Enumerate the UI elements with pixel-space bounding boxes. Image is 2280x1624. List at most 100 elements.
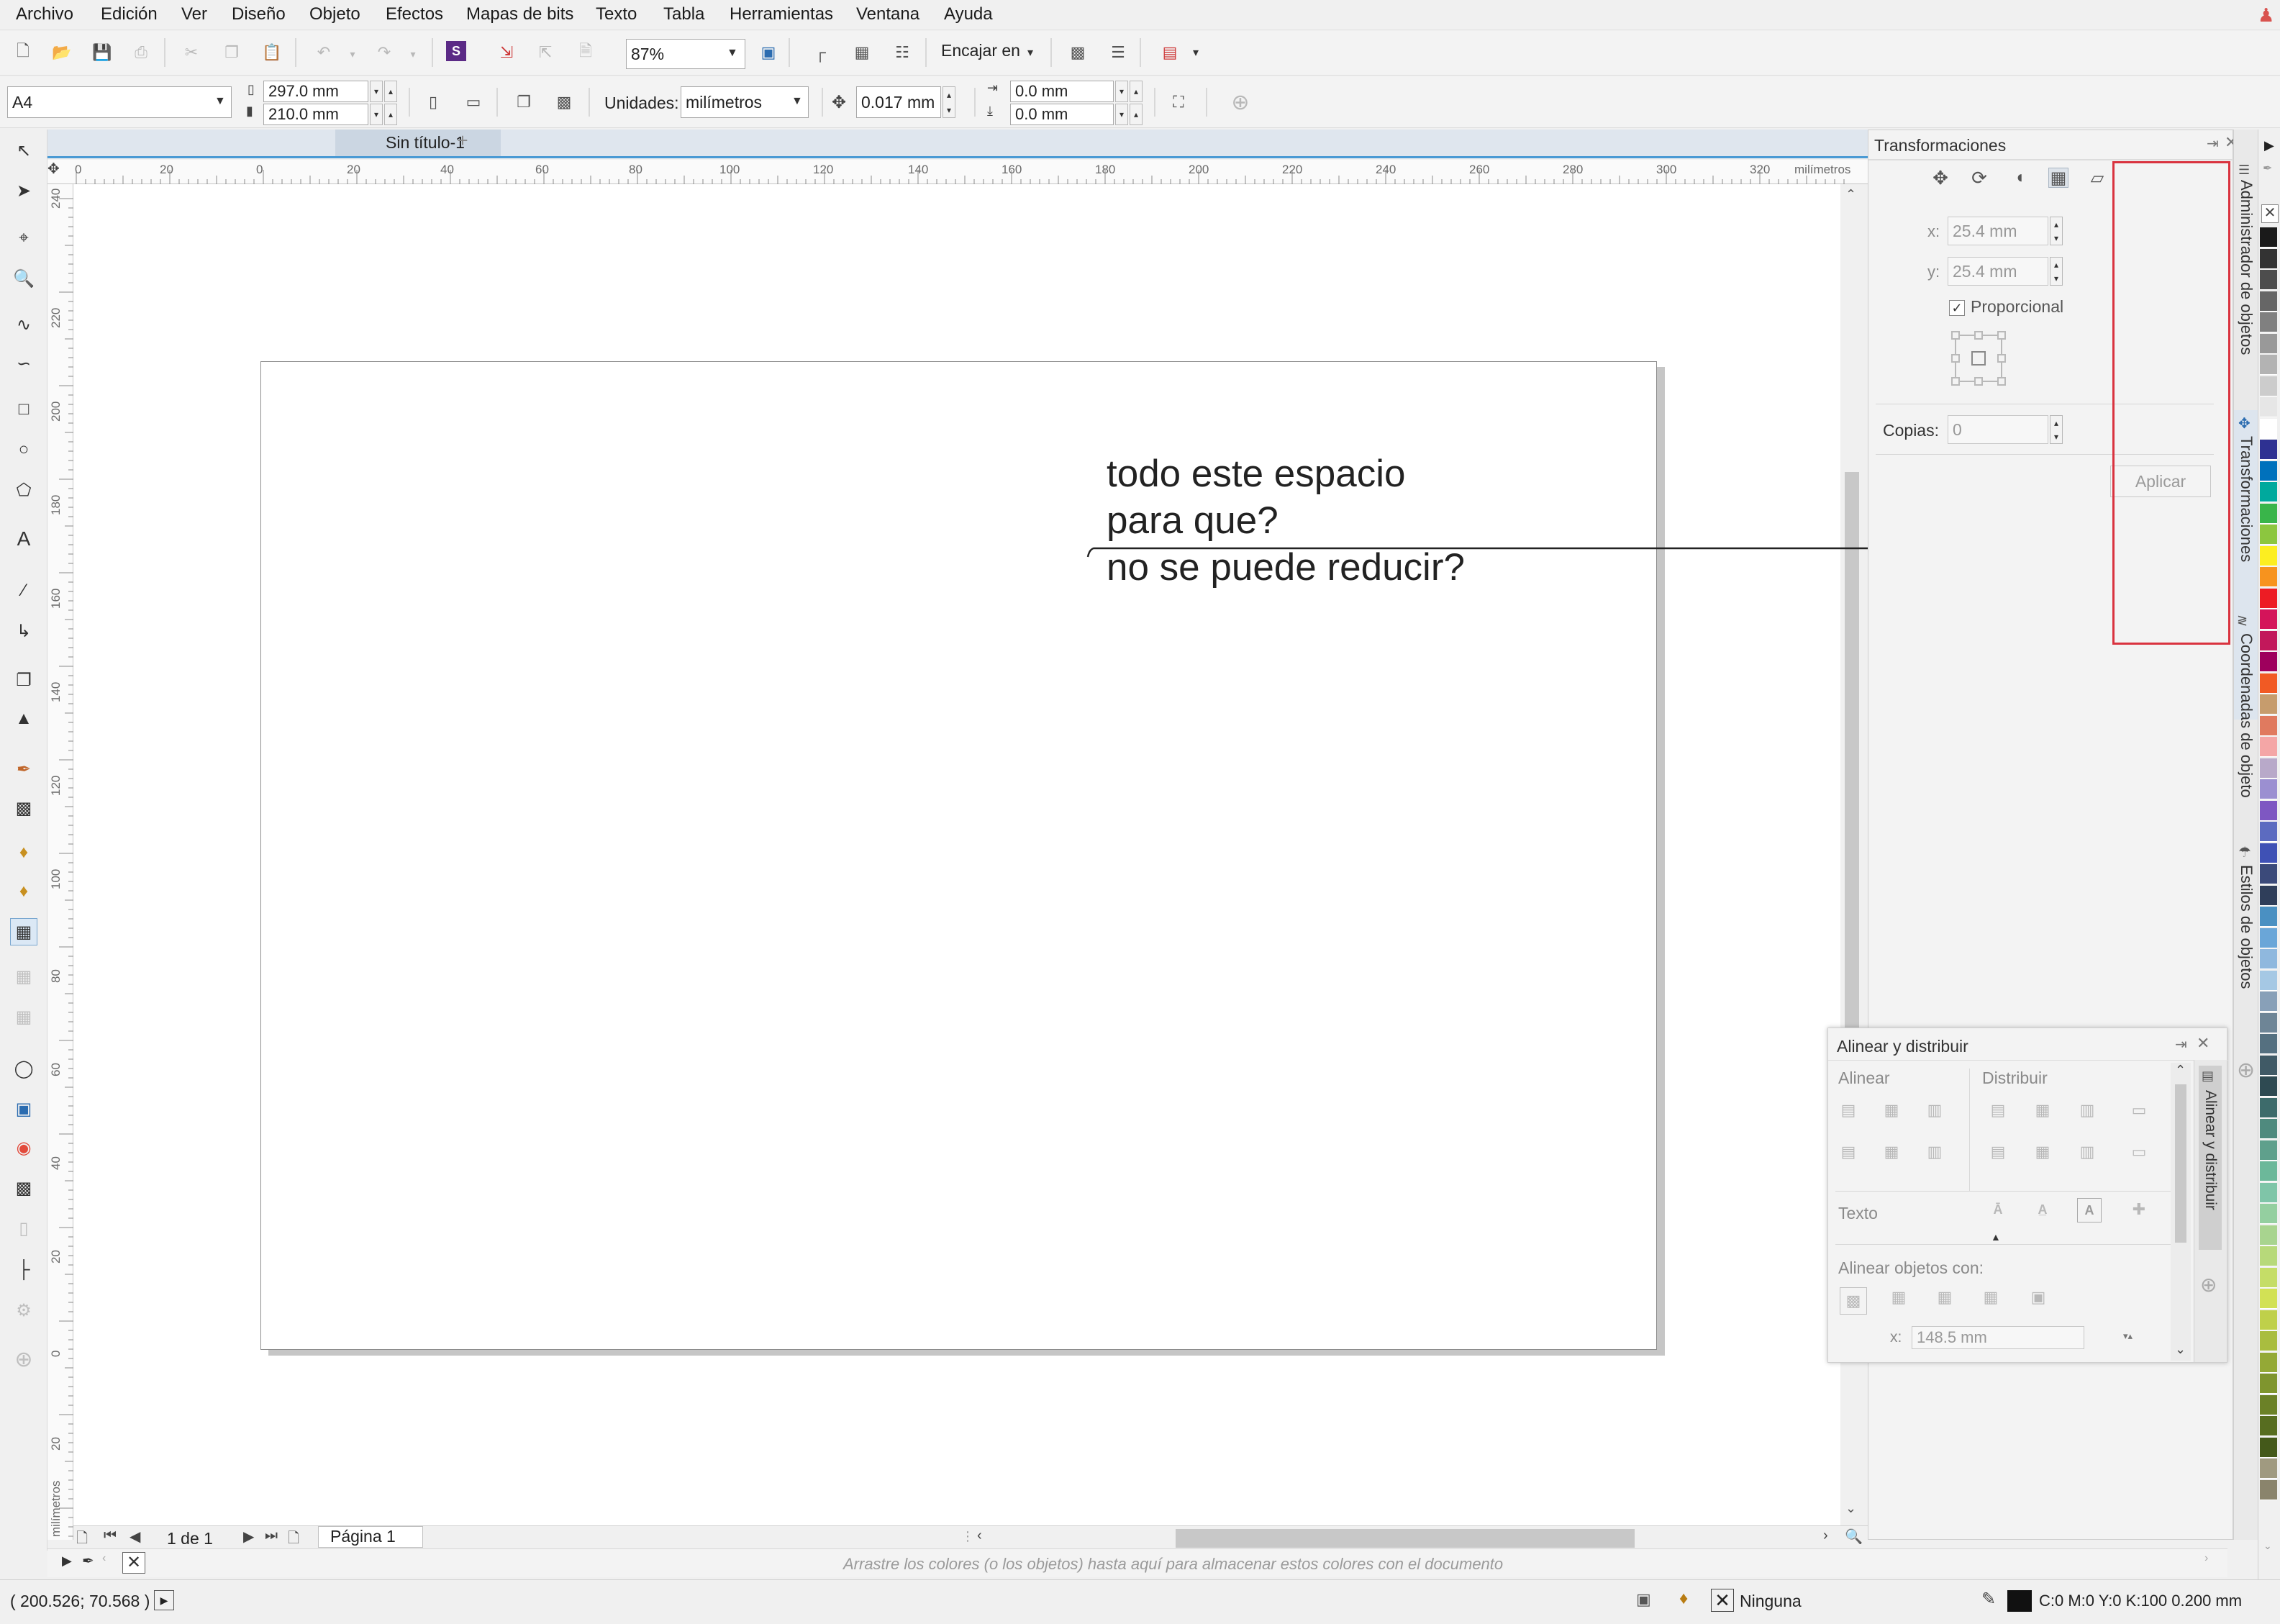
fill-none-swatch[interactable]: ✕: [1711, 1589, 1734, 1612]
last-page-icon[interactable]: ⏭: [265, 1528, 278, 1544]
previous-page-icon[interactable]: ◀: [130, 1528, 140, 1546]
text-tool-icon[interactable]: A: [10, 525, 37, 553]
parallel-dimension-icon[interactable]: ∕: [10, 577, 37, 604]
zoom-navigator-icon[interactable]: 🔍: [1845, 1528, 1863, 1546]
align-center-h-icon[interactable]: ▦: [1881, 1100, 1902, 1120]
publish-pdf-icon[interactable]: 🗎: [576, 42, 596, 63]
palette-swatch[interactable]: [2260, 227, 2277, 248]
palette-swatch[interactable]: [2260, 482, 2277, 502]
palette-swatch[interactable]: [2260, 1225, 2277, 1246]
tab-transformations[interactable]: Transformaciones: [2237, 436, 2256, 562]
proportional-checkbox[interactable]: ✓: [1949, 300, 1965, 316]
palette-flyout-icon[interactable]: ▶: [2264, 138, 2274, 153]
page-width-spinner[interactable]: ▾: [370, 81, 383, 102]
transform-x-field[interactable]: 25.4 mm: [1948, 217, 2048, 245]
pick-tool-icon[interactable]: ↖: [10, 137, 37, 164]
position-icon[interactable]: ✥: [1930, 167, 1950, 189]
circle-tool-icon[interactable]: ◯: [10, 1055, 37, 1082]
menu-efectos[interactable]: Efectos: [386, 4, 443, 24]
page-tab[interactable]: Página 1: [318, 1526, 423, 1548]
rectangle-tool-icon[interactable]: □: [10, 396, 37, 423]
rotate-icon[interactable]: ⟳: [1969, 167, 1989, 189]
size-icon[interactable]: ▦: [2048, 168, 2068, 188]
palette-swatch[interactable]: [2260, 503, 2277, 524]
mirror-icon[interactable]: ◖: [2009, 168, 2030, 188]
palette-swatch[interactable]: [2260, 333, 2277, 354]
page-center-icon[interactable]: ▦: [1935, 1287, 1955, 1307]
nudge-spinner[interactable]: ▴ ▾: [943, 86, 955, 118]
artistic-media-icon[interactable]: ∽: [10, 350, 37, 377]
palette-swatch[interactable]: [2260, 1119, 2277, 1139]
new-document-icon[interactable]: 🗋: [13, 42, 33, 63]
landscape-icon[interactable]: ▭: [463, 92, 483, 112]
add-docker-icon[interactable]: ⊕: [2237, 1058, 2255, 1083]
polygon-tool-icon[interactable]: ⬠: [10, 476, 37, 504]
no-color-swatch[interactable]: ✕: [2261, 204, 2279, 223]
dup-y-spinner[interactable]: ▾: [1115, 104, 1128, 125]
palette-swatch[interactable]: [2260, 1246, 2277, 1266]
nudge-distance-field[interactable]: 0.017 mm: [856, 86, 941, 118]
distribute-spacing-v-icon[interactable]: ▭: [2129, 1142, 2149, 1162]
document-tab[interactable]: Sin título-1: [335, 130, 501, 156]
palette-swatch[interactable]: [2260, 694, 2277, 715]
distribute-spacing-h-icon[interactable]: ▭: [2129, 1100, 2149, 1120]
color-proofing-icon[interactable]: ▣: [1636, 1590, 1651, 1609]
menu-edicion[interactable]: Edición: [101, 4, 158, 24]
doc-palette-flyout-icon[interactable]: ▶: [62, 1553, 72, 1569]
new-tab-icon[interactable]: +: [450, 130, 475, 156]
skew-icon[interactable]: ▱: [2087, 168, 2107, 188]
page-height-spinner[interactable]: ▾: [370, 104, 383, 125]
undo-dropdown-icon[interactable]: ▾: [342, 44, 363, 64]
show-rulers-icon[interactable]: ┌: [810, 42, 830, 63]
palette-swatch[interactable]: [2260, 907, 2277, 927]
palette-scroll-down-icon[interactable]: ⌄: [2263, 1540, 2272, 1552]
copies-spinner[interactable]: ▴ ▾: [2050, 415, 2063, 444]
scroll-left-icon[interactable]: ‹: [977, 1528, 982, 1544]
crop-tool-icon[interactable]: ⌖: [10, 224, 37, 252]
text-last-line-icon[interactable]: A̲: [2033, 1199, 2053, 1220]
menu-tabla[interactable]: Tabla: [663, 4, 704, 24]
doc-palette-scroll-left-icon[interactable]: ‹: [102, 1552, 106, 1565]
outline-pen-icon[interactable]: ✎: [1981, 1589, 1996, 1610]
color-wheel-icon[interactable]: ◉: [10, 1134, 37, 1161]
shape-tool-icon[interactable]: ➤: [10, 177, 37, 204]
collapse-section-icon[interactable]: ▲: [1991, 1231, 2001, 1243]
copies-field[interactable]: 0: [1948, 415, 2048, 444]
eyedropper-icon[interactable]: ✒: [10, 756, 37, 783]
palette-swatch[interactable]: [2260, 1289, 2277, 1309]
interactive-fill-icon[interactable]: ▩: [10, 794, 37, 822]
user-icon[interactable]: ♟: [2258, 4, 2274, 27]
distribute-center-icon[interactable]: ▦: [2033, 1100, 2053, 1120]
palette-swatch[interactable]: [2260, 1416, 2277, 1436]
palette-swatch[interactable]: [2260, 397, 2277, 417]
palette-swatch[interactable]: [2260, 992, 2277, 1012]
show-grid-icon[interactable]: ▦: [852, 42, 872, 63]
distribute-left-icon[interactable]: ▤: [1988, 1100, 2008, 1120]
redo-dropdown-icon[interactable]: ▾: [403, 44, 423, 64]
palette-swatch[interactable]: [2260, 630, 2277, 651]
splitter-icon[interactable]: ⋮: [961, 1529, 974, 1544]
copy-icon[interactable]: ❐: [222, 42, 242, 63]
scroll-down-icon[interactable]: ⌄: [1845, 1501, 1856, 1516]
disabled-tool-icon[interactable]: ⚙: [10, 1297, 37, 1324]
application-launcher-icon[interactable]: ▤: [1160, 42, 1180, 63]
vertical-ruler[interactable]: 240 220 200 180 160 140 120 100 80 60 40…: [47, 184, 73, 1540]
add-icon[interactable]: ⊕: [1230, 91, 1250, 114]
full-screen-preview-icon[interactable]: ▣: [758, 42, 778, 63]
disabled-tool-icon[interactable]: ▦: [10, 963, 37, 990]
portrait-icon[interactable]: ▯: [423, 92, 443, 112]
palette-swatch[interactable]: [2260, 800, 2277, 821]
all-pages-icon[interactable]: ❐: [514, 92, 534, 112]
fill-icon[interactable]: ♦: [1679, 1589, 1688, 1609]
palette-swatch[interactable]: [2260, 1140, 2277, 1161]
dup-x-spinner[interactable]: ▾: [1115, 81, 1128, 102]
add-docker-icon[interactable]: ⊕: [2200, 1273, 2217, 1297]
dup-x-spinner-up[interactable]: ▴: [1130, 81, 1143, 102]
doc-palette-eyedropper-icon[interactable]: ✒: [82, 1552, 94, 1570]
palette-swatch[interactable]: [2260, 312, 2277, 332]
palette-swatch[interactable]: [2260, 864, 2277, 884]
page-edge-icon[interactable]: ▦: [1889, 1287, 1909, 1307]
palette-swatch[interactable]: [2260, 1097, 2277, 1118]
units-select[interactable]: milímetros: [681, 86, 809, 118]
palette-swatch[interactable]: [2260, 758, 2277, 779]
